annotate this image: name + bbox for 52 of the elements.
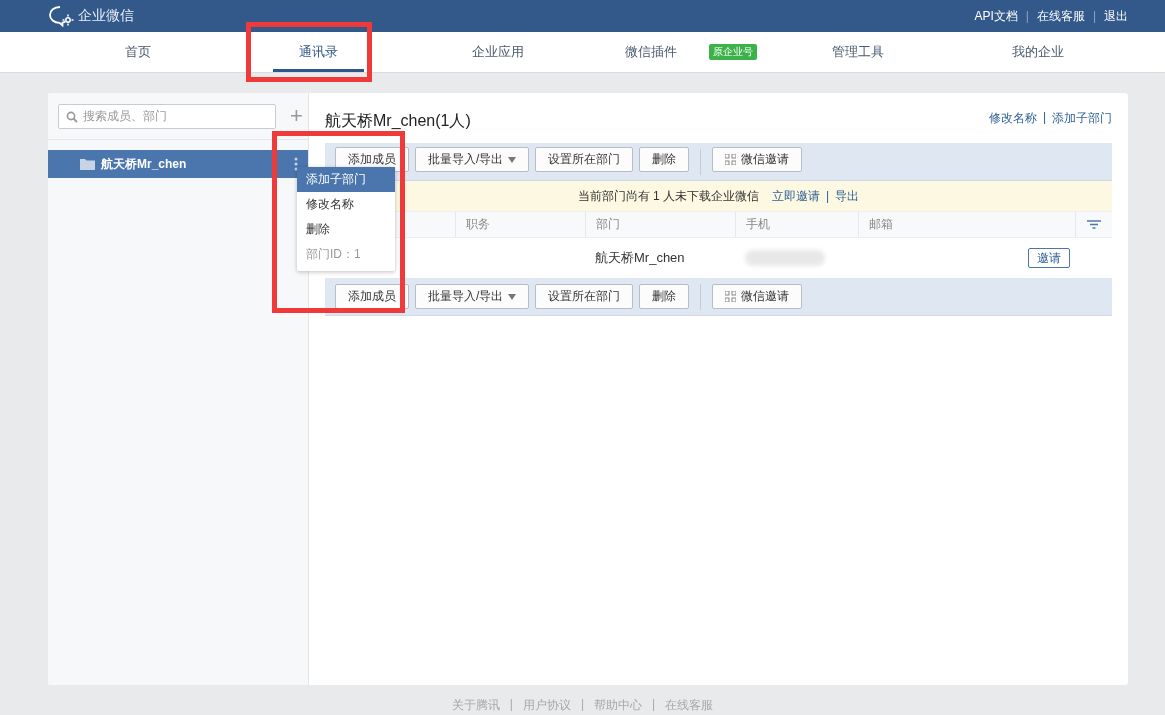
column-header: 职务	[466, 216, 490, 233]
nav-tab[interactable]: 微信插件	[599, 32, 703, 72]
notice-link[interactable]: 立即邀请	[772, 187, 821, 205]
chat-bubble-icon	[48, 5, 74, 27]
toolbar-button[interactable]: 设置所在部门	[535, 284, 634, 309]
table-cell: 航天桥Mr_chen	[595, 249, 685, 267]
menu-item[interactable]: 删除	[297, 217, 395, 242]
department-title: 航天桥Mr_chen(1人)	[325, 110, 471, 131]
separator: |	[1092, 9, 1096, 23]
toolbar-button[interactable]: 删除	[639, 284, 690, 309]
folder-icon	[80, 158, 95, 170]
header-link[interactable]: 在线客服	[1036, 7, 1085, 25]
logo-text: 企业微信	[78, 7, 134, 25]
toolbar-button[interactable]: 批量导入/导出	[415, 147, 530, 172]
header-link[interactable]: 退出	[1104, 7, 1128, 25]
toolbar-button[interactable]: 删除	[639, 147, 690, 172]
invite-button[interactable]: 邀请	[1028, 248, 1070, 268]
nav-tab[interactable]: 我的企业	[986, 32, 1090, 72]
badge: 原企业号	[709, 44, 757, 60]
notice-link[interactable]: 导出	[835, 187, 860, 205]
caret-icon	[508, 156, 517, 163]
separator: |	[1025, 9, 1029, 23]
toolbar-button[interactable]: 微信邀请	[712, 284, 803, 309]
separator: |	[826, 189, 830, 203]
separator: |	[1042, 109, 1046, 126]
tree-item-label: 航天桥Mr_chen	[101, 155, 188, 173]
more-icon[interactable]	[294, 157, 298, 171]
column-header: 部门	[596, 216, 620, 233]
header-link[interactable]: API文档	[974, 7, 1018, 25]
toolbar-button[interactable]: 微信邀请	[712, 147, 803, 172]
department-link[interactable]: 修改名称	[988, 109, 1037, 127]
toolbar-button[interactable]: 批量导入/导出	[415, 284, 530, 309]
nav-tab[interactable]: 首页	[99, 32, 177, 72]
grid-icon	[725, 291, 737, 302]
column-header: 手机	[746, 216, 770, 233]
menu-item[interactable]: 添加子部门	[297, 167, 395, 192]
toolbar-button[interactable]: 设置所在部门	[535, 147, 634, 172]
separator: |	[652, 697, 656, 713]
separator: |	[509, 697, 513, 713]
filter-icon[interactable]	[1087, 220, 1101, 229]
caret-icon	[508, 293, 517, 300]
search-field[interactable]: 搜索成员、部门	[58, 103, 276, 129]
search-icon	[66, 110, 78, 123]
nav-tab[interactable]: 通讯录	[272, 32, 364, 72]
nav-tab[interactable]: 管理工具	[806, 32, 910, 72]
notice-text: 当前部门尚有 1 人未下载企业微信	[577, 187, 760, 205]
grid-icon	[725, 154, 737, 165]
separator: |	[580, 697, 585, 713]
menu-item[interactable]: 修改名称	[297, 192, 395, 217]
nav-tab[interactable]: 企业应用	[446, 32, 550, 72]
column-header: 邮箱	[869, 216, 893, 233]
department-link[interactable]: 添加子部门	[1052, 109, 1112, 127]
